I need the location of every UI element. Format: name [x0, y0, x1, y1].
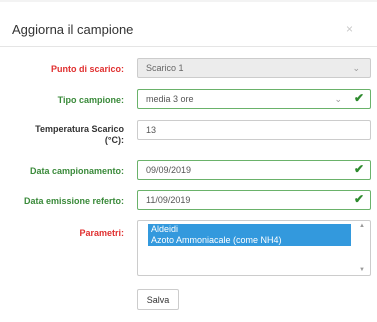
modal-header: Aggiorna il campione × — [0, 14, 377, 47]
punto-scarico-select[interactable]: Scarico 1 ⌄ — [137, 58, 371, 78]
tipo-campione-label: Tipo campione: — [57, 95, 124, 105]
tipo-campione-select[interactable]: media 3 ore ⌄ ✔ — [137, 89, 371, 109]
check-icon: ✔ — [353, 91, 364, 105]
check-icon: ✔ — [353, 192, 364, 206]
data-campionamento-input[interactable]: 09/09/2019 ✔ — [137, 160, 371, 180]
punto-scarico-value: Scarico 1 — [146, 63, 184, 73]
save-button[interactable]: Salva — [137, 289, 179, 310]
parametri-label: Parametri: — [79, 228, 124, 238]
close-icon[interactable]: × — [346, 22, 353, 36]
temperatura-label: Temperatura Scarico (°C): — [35, 124, 124, 146]
parametri-option[interactable]: Aldeidi — [148, 224, 351, 235]
parametri-option[interactable]: Azoto Ammoniacale (come NH4) — [148, 235, 351, 246]
chevron-down-icon: ⌄ — [334, 94, 342, 104]
parametri-multiselect[interactable]: Aldeidi Azoto Ammoniacale (come NH4) ▲ ▼ — [137, 220, 371, 276]
scroll-up-icon[interactable]: ▲ — [359, 223, 365, 229]
data-emissione-input[interactable]: 11/09/2019 ✔ — [137, 190, 371, 210]
temperatura-label-line2: (°C): — [104, 135, 124, 145]
data-campionamento-label: Data campionamento: — [29, 166, 124, 176]
check-icon: ✔ — [353, 162, 364, 176]
temperatura-input[interactable]: 13 — [137, 120, 371, 140]
data-emissione-label: Data emissione referto: — [23, 196, 124, 206]
modal-title: Aggiorna il campione — [12, 22, 134, 37]
data-campionamento-value: 09/09/2019 — [146, 165, 192, 175]
chevron-down-icon: ⌄ — [352, 63, 360, 73]
scroll-down-icon[interactable]: ▼ — [359, 267, 365, 273]
data-emissione-value: 11/09/2019 — [146, 195, 191, 205]
update-sample-modal: Aggiorna il campione × Punto di scarico:… — [0, 0, 377, 322]
temperatura-label-line1: Temperatura Scarico — [35, 124, 124, 134]
punto-scarico-label: Punto di scarico: — [50, 64, 124, 74]
tipo-campione-value: media 3 ore — [146, 94, 194, 104]
temperatura-value: 13 — [146, 125, 157, 135]
